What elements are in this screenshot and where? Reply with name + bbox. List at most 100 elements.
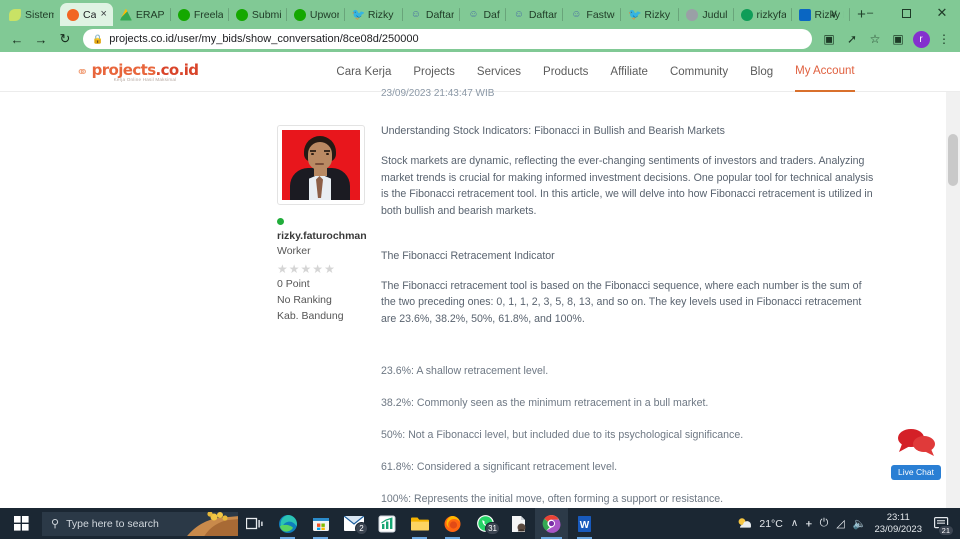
nav-item-my-account[interactable]: My Account (795, 52, 855, 92)
browser-tab-active[interactable]: Ca × (60, 3, 113, 26)
tab-label: Submit (251, 8, 281, 21)
page-viewport: ⚭ projects.co.id Kerja Online Hasil Maks… (0, 52, 960, 508)
battery-icon[interactable]: ⏻ (820, 517, 829, 530)
wifi-icon[interactable]: ◿ (836, 517, 844, 530)
tab-label: Sistem (25, 8, 54, 21)
mouse-logo-icon: ⚭ (76, 63, 89, 81)
clock[interactable]: 23:11 23/09/2023 (874, 512, 922, 536)
star-icon: ★ (300, 261, 312, 276)
document-icon (512, 515, 526, 532)
author-ranking: No Ranking (277, 293, 332, 306)
notification-center-button[interactable]: 21 (930, 513, 954, 536)
browser-tab[interactable]: ☺ Daftar (403, 3, 461, 26)
taskbar-item-mail[interactable]: 2 (337, 508, 370, 539)
browser-tab[interactable]: ☺ Daftar (506, 3, 564, 26)
taskbar-item-firefox[interactable] (436, 508, 469, 539)
start-button[interactable] (0, 508, 42, 539)
reload-icon[interactable]: ↻ (54, 28, 76, 50)
tab-search-chevron-icon[interactable]: ∨ (816, 0, 852, 26)
close-window-button[interactable]: ✕ (924, 0, 960, 26)
browser-tab[interactable]: 🐦 Rizky F (621, 3, 680, 26)
page-scrollbar[interactable] (946, 92, 960, 508)
windows-taskbar: ⚲ Type here to search 2 31 W 21°C ∧ ᚐ ⏻ … (0, 508, 960, 539)
clock-time: 23:11 (886, 511, 910, 523)
site-logo[interactable]: ⚭ projects.co.id Kerja Online Hasil Maks… (76, 61, 199, 82)
live-chat-label[interactable]: Live Chat (891, 465, 941, 480)
search-placeholder: Type here to search (66, 517, 159, 530)
chart-app-icon (378, 515, 395, 532)
maximize-button[interactable] (888, 0, 924, 26)
bluetooth-icon[interactable]: ᚐ (806, 517, 811, 530)
author-role: Worker (277, 245, 311, 258)
message-author-panel: rizky.faturochman Worker ★ ★ ★ ★ ★ 0 Poi… (277, 125, 373, 325)
forward-icon[interactable]: → (30, 28, 52, 50)
section-body-indicator: The Fibonacci retracement tool is based … (381, 279, 862, 325)
svg-text:W: W (580, 520, 590, 531)
nav-item-services[interactable]: Services (477, 52, 521, 92)
live-chat-widget[interactable]: Live Chat (885, 427, 947, 480)
nav-item-projects[interactable]: Projects (413, 52, 455, 92)
windows-logo-icon (13, 516, 29, 531)
browser-tab[interactable]: rizkyfa (734, 3, 792, 26)
browser-tab[interactable]: ☺ Fastwo (563, 3, 622, 26)
bookmark-star-icon[interactable]: ☆ (865, 29, 885, 49)
browser-tab[interactable]: Upwor (287, 3, 345, 26)
author-rating: ★ ★ ★ ★ ★ (277, 263, 373, 275)
list-item: 23.6%: A shallow retracement level. (381, 365, 549, 378)
translate-icon[interactable]: ▣ (819, 29, 839, 49)
nav-item-community[interactable]: Community (670, 52, 728, 92)
browser-toolbar: ← → ↻ 🔒 projects.co.id/user/my_bids/show… (0, 26, 960, 52)
browser-tab[interactable]: Submit (229, 3, 287, 26)
back-icon[interactable]: ← (6, 28, 28, 50)
tab-close-icon[interactable]: × (100, 9, 106, 20)
profile-avatar[interactable]: r (911, 29, 931, 49)
task-view-button[interactable] (238, 508, 271, 539)
people-icon: ☺ (410, 8, 421, 20)
search-illustration-icon (187, 511, 238, 536)
notification-count-badge: 21 (937, 524, 954, 536)
author-username[interactable]: rizky.faturochman (277, 229, 373, 244)
firefox-icon (444, 516, 461, 532)
sidepanel-icon[interactable]: ▣ (888, 29, 908, 49)
people-icon: ☺ (513, 8, 524, 20)
tab-label: Daf (483, 8, 500, 21)
people-icon: ☺ (468, 8, 479, 20)
taskbar-item-document[interactable] (502, 508, 535, 539)
system-tray: 21°C ∧ ᚐ ⏻ ◿ 🔈 23:11 23/09/2023 21 (736, 512, 960, 536)
list-item: 61.8%: Considered a significant retracem… (381, 461, 618, 474)
taskbar-item-excel-chart[interactable] (370, 508, 403, 539)
nav-item-affiliate[interactable]: Affiliate (610, 52, 648, 92)
nav-item-blog[interactable]: Blog (750, 52, 773, 92)
taskbar-item-microsoft-word[interactable]: W (568, 508, 601, 539)
tab-label: Freelan (193, 8, 223, 21)
tray-expand-chevron-icon[interactable]: ∧ (791, 518, 798, 529)
browser-tab[interactable]: ERAPO (113, 3, 171, 26)
nav-item-products[interactable]: Products (543, 52, 588, 92)
volume-icon[interactable]: 🔈 (853, 517, 867, 530)
list-item: 100%: Represents the initial move, often… (381, 493, 724, 506)
taskbar-item-microsoft-store[interactable] (304, 508, 337, 539)
browser-tab[interactable]: Freelan (171, 3, 229, 26)
tab-label: Daftar (425, 8, 455, 21)
twitter-icon: 🐦 (351, 8, 366, 21)
scrollbar-thumb[interactable] (948, 134, 958, 186)
taskbar-item-whatsapp[interactable]: 31 (469, 508, 502, 539)
tab-strip: Sistem Ca × ERAPO Freelan Submit Upwor (0, 0, 960, 26)
taskbar-item-file-explorer[interactable] (403, 508, 436, 539)
weather-widget[interactable]: 21°C (736, 516, 783, 531)
taskbar-item-google-chrome[interactable] (535, 508, 568, 539)
address-bar[interactable]: 🔒 projects.co.id/user/my_bids/show_conve… (83, 29, 812, 49)
browser-tab[interactable]: 🐦 Rizky F (345, 3, 403, 26)
author-photo-card (277, 125, 365, 205)
nav-item-cara-kerja[interactable]: Cara Kerja (336, 52, 391, 92)
minimize-button[interactable]: – (852, 0, 888, 26)
share-icon[interactable]: ➚ (842, 29, 862, 49)
chrome-menu-icon[interactable]: ⋮ (934, 29, 954, 49)
author-location: Kab. Bandung (277, 309, 344, 322)
search-input[interactable]: ⚲ Type here to search (42, 511, 238, 536)
browser-tab[interactable]: ☺ Daf (460, 3, 506, 26)
message-headline: Understanding Stock Indicators: Fibonacc… (381, 125, 725, 137)
browser-tab[interactable]: Judul (679, 3, 734, 26)
taskbar-item-microsoft-edge[interactable] (271, 508, 304, 539)
browser-tab[interactable]: Sistem (2, 3, 60, 26)
